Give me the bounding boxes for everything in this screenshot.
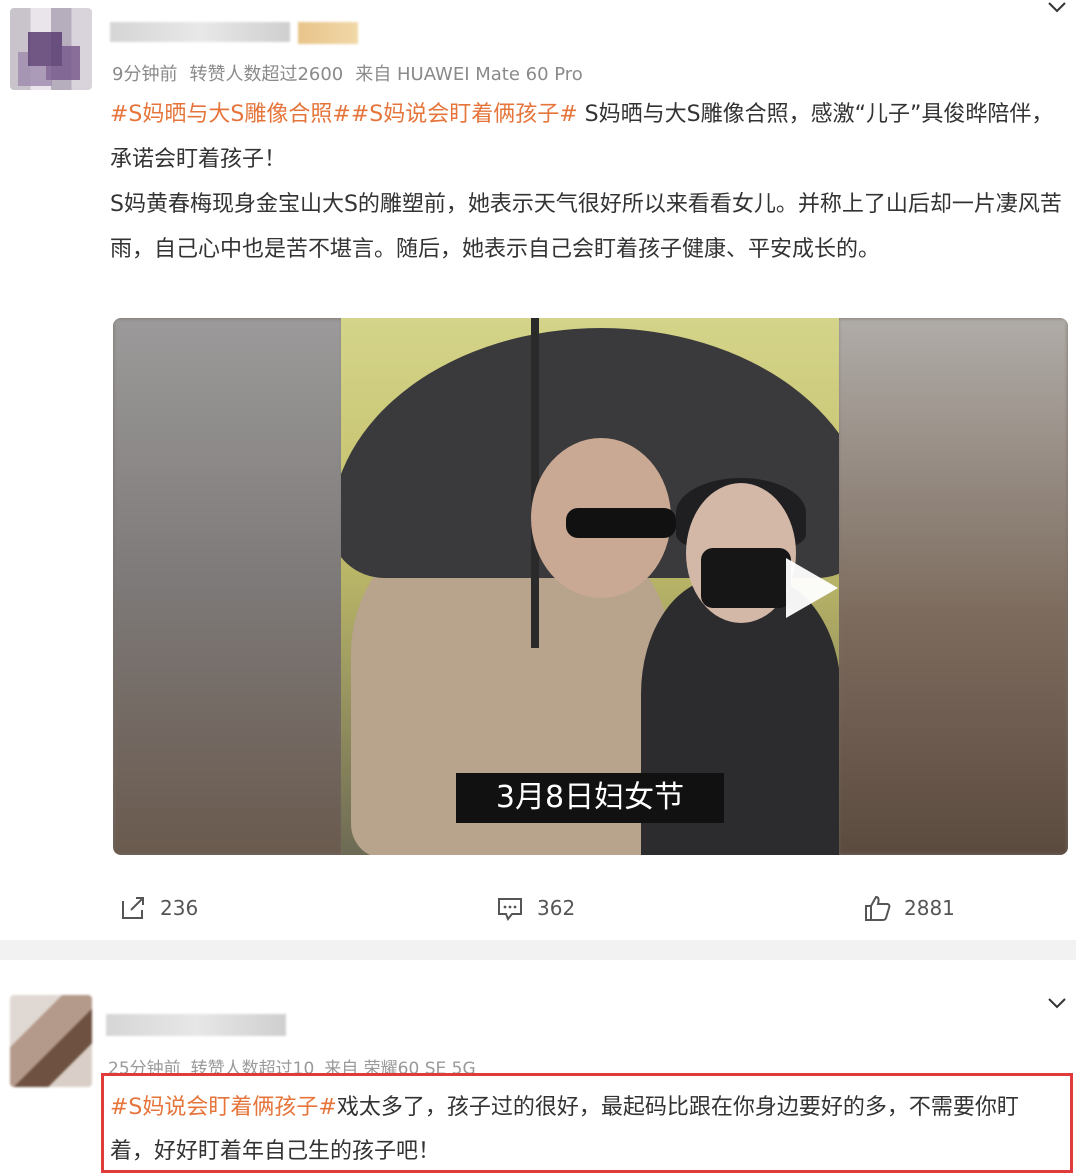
weibo-post: 9分钟前 转赞人数超过2600 来自 HUAWEI Mate 60 Pro #S妈晒…: [0, 0, 1076, 940]
hashtag-link[interactable]: #S妈晒与大S雕像合照#: [110, 102, 351, 127]
username-blurred[interactable]: [110, 22, 290, 42]
post-source: 来自 HUAWEI Mate 60 Pro: [355, 64, 583, 85]
comment-button[interactable]: 362: [495, 890, 575, 926]
comment-icon: [495, 893, 525, 923]
action-bar: 236 362 2881: [0, 890, 1076, 926]
like-count: 2881: [904, 896, 955, 920]
chevron-down-icon[interactable]: [1046, 992, 1068, 1014]
post-meta: 9分钟前 转赞人数超过2600 来自 HUAWEI Mate 60 Pro: [112, 60, 595, 86]
chevron-down-icon[interactable]: [1046, 0, 1068, 18]
user-avatar[interactable]: [10, 8, 92, 90]
post-reposts-info: 转赞人数超过2600: [189, 64, 344, 85]
sunglasses: [566, 508, 676, 538]
repost-icon: [118, 893, 148, 923]
video-player[interactable]: 3月8日妇女节: [113, 318, 1068, 855]
commenter-name-blurred[interactable]: [106, 1014, 286, 1036]
comment-body: #S妈说会盯着俩孩子#戏太多了，孩子过的很好，最起码比跟在你身边要好的多，不需要…: [110, 1086, 1060, 1174]
commenter-avatar[interactable]: [10, 995, 92, 1087]
repost-button[interactable]: 236: [118, 890, 198, 926]
face-mask: [701, 548, 791, 608]
video-blur-right: [838, 318, 1068, 855]
repost-count: 236: [160, 896, 199, 920]
hashtag-link[interactable]: #S妈说会盯着俩孩子#: [110, 1095, 337, 1120]
play-icon[interactable]: [786, 558, 838, 618]
like-button[interactable]: 2881: [862, 890, 955, 926]
video-caption: 3月8日妇女节: [456, 773, 724, 823]
post-body: #S妈晒与大S雕像合照##S妈说会盯着俩孩子# S妈晒与大S雕像合照，感激“儿子…: [110, 92, 1070, 272]
video-blur-left: [113, 318, 343, 855]
user-badge-blurred: [298, 22, 358, 44]
thumbs-up-icon: [862, 893, 892, 923]
comment-count: 362: [537, 896, 576, 920]
post-time: 9分钟前: [112, 64, 178, 85]
post-text-paragraph: S妈黄春梅现身金宝山大S的雕塑前，她表示天气很好所以来看看女儿。并称上了山后却一…: [110, 192, 1062, 262]
section-divider: [0, 940, 1076, 960]
hashtag-link[interactable]: #S妈说会盯着俩孩子#: [351, 102, 578, 127]
